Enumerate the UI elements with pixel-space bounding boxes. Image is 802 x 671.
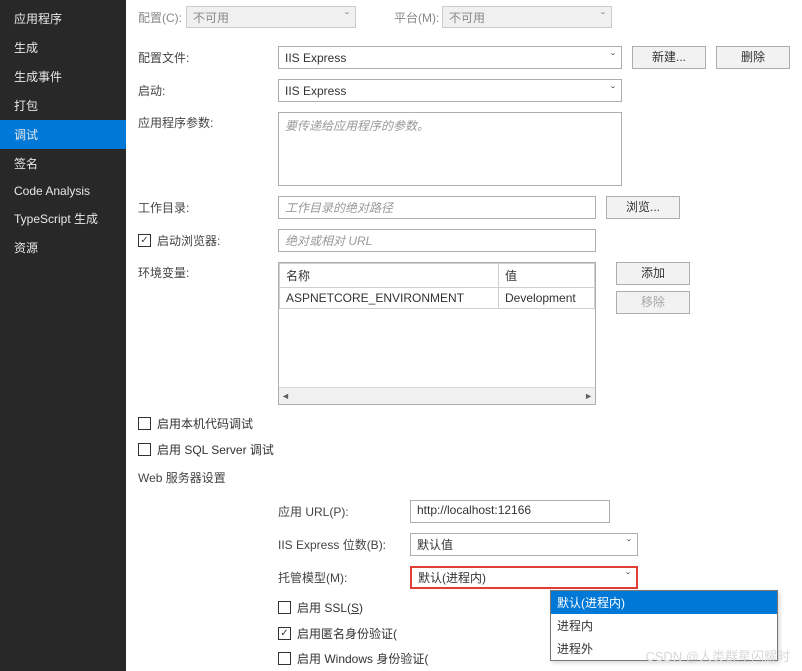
profile-label: 配置文件: bbox=[138, 49, 278, 66]
chevron-down-icon: ˇ bbox=[345, 10, 349, 24]
hosting-option-default[interactable]: 默认(进程内) bbox=[551, 591, 777, 614]
native-debug-checkbox[interactable] bbox=[138, 417, 151, 430]
sidebar-item-app[interactable]: 应用程序 bbox=[0, 4, 126, 33]
enable-ssl-label: 启用 SSL(S) bbox=[297, 599, 363, 616]
enable-ssl-checkbox[interactable] bbox=[278, 601, 291, 614]
chevron-down-icon: ˇ bbox=[611, 84, 615, 98]
launch-label: 启动: bbox=[138, 82, 278, 99]
table-row: ASPNETCORE_ENVIRONMENTDevelopment bbox=[280, 288, 595, 309]
args-label: 应用程序参数: bbox=[138, 112, 278, 131]
env-add-button[interactable]: 添加 bbox=[616, 262, 690, 285]
launch-browser-label: 启动浏览器: bbox=[138, 232, 278, 250]
env-table[interactable]: 名称值 ASPNETCORE_ENVIRONMENTDevelopment ◄► bbox=[278, 262, 596, 405]
chevron-down-icon: ˇ bbox=[611, 51, 615, 65]
h-scrollbar[interactable]: ◄► bbox=[279, 387, 595, 404]
launch-browser-checkbox[interactable] bbox=[138, 234, 151, 247]
env-col-name: 名称 bbox=[280, 264, 499, 288]
sidebar-item-debug[interactable]: 调试 bbox=[0, 120, 126, 149]
native-debug-label: 启用本机代码调试 bbox=[157, 415, 253, 432]
sidebar-item-resources[interactable]: 资源 bbox=[0, 233, 126, 262]
profile-combo[interactable]: IIS Expressˇ bbox=[278, 46, 622, 69]
hosting-option-outproc[interactable]: 进程外 bbox=[551, 637, 777, 660]
hosting-option-inproc[interactable]: 进程内 bbox=[551, 614, 777, 637]
config-label: 配置(C): bbox=[138, 9, 186, 26]
sql-debug-label: 启用 SQL Server 调试 bbox=[157, 441, 274, 458]
win-auth-label: 启用 Windows 身份验证( bbox=[297, 650, 428, 667]
chevron-down-icon: ˇ bbox=[627, 537, 631, 551]
sidebar: 应用程序 生成 生成事件 打包 调试 签名 Code Analysis Type… bbox=[0, 0, 126, 671]
iis-bitness-combo[interactable]: 默认值ˇ bbox=[410, 533, 638, 556]
env-label: 环境变量: bbox=[138, 262, 278, 281]
new-profile-button[interactable]: 新建... bbox=[632, 46, 706, 69]
sql-debug-checkbox[interactable] bbox=[138, 443, 151, 456]
config-combo: 不可用ˇ bbox=[186, 6, 356, 28]
web-section-title: Web 服务器设置 bbox=[138, 469, 790, 486]
iis-bitness-label: IIS Express 位数(B): bbox=[278, 536, 410, 553]
workdir-label: 工作目录: bbox=[138, 199, 278, 216]
hosting-combo[interactable]: 默认(进程内)ˇ bbox=[410, 566, 638, 589]
platform-label: 平台(M): bbox=[394, 9, 442, 26]
sidebar-item-code-analysis[interactable]: Code Analysis bbox=[0, 178, 126, 204]
args-input[interactable]: 要传递给应用程序的参数。 bbox=[278, 112, 622, 186]
win-auth-checkbox[interactable] bbox=[278, 652, 291, 665]
scroll-left-icon[interactable]: ◄ bbox=[281, 391, 290, 401]
env-col-value: 值 bbox=[499, 264, 595, 288]
anon-auth-label: 启用匿名身份验证( bbox=[297, 625, 397, 642]
workdir-input[interactable]: 工作目录的绝对路径 bbox=[278, 196, 596, 219]
sidebar-item-build-events[interactable]: 生成事件 bbox=[0, 62, 126, 91]
hosting-dropdown[interactable]: 默认(进程内) 进程内 进程外 bbox=[550, 590, 778, 661]
app-url-label: 应用 URL(P): bbox=[278, 503, 410, 520]
app-url-input[interactable]: http://localhost:12166 bbox=[410, 500, 610, 523]
sidebar-item-build[interactable]: 生成 bbox=[0, 33, 126, 62]
hosting-label: 托管模型(M): bbox=[278, 569, 410, 586]
delete-profile-button[interactable]: 删除 bbox=[716, 46, 790, 69]
browse-button[interactable]: 浏览... bbox=[606, 196, 680, 219]
sidebar-item-package[interactable]: 打包 bbox=[0, 91, 126, 120]
launch-combo[interactable]: IIS Expressˇ bbox=[278, 79, 622, 102]
browser-url-input[interactable]: 绝对或相对 URL bbox=[278, 229, 596, 252]
scroll-right-icon[interactable]: ► bbox=[584, 391, 593, 401]
platform-combo: 不可用ˇ bbox=[442, 6, 612, 28]
main-panel: 配置(C): 不可用ˇ 平台(M): 不可用ˇ 配置文件: IIS Expres… bbox=[126, 0, 802, 671]
anon-auth-checkbox[interactable] bbox=[278, 627, 291, 640]
sidebar-item-typescript[interactable]: TypeScript 生成 bbox=[0, 204, 126, 233]
sidebar-item-signing[interactable]: 签名 bbox=[0, 149, 126, 178]
chevron-down-icon: ˇ bbox=[626, 570, 630, 584]
chevron-down-icon: ˇ bbox=[601, 10, 605, 24]
env-remove-button[interactable]: 移除 bbox=[616, 291, 690, 314]
